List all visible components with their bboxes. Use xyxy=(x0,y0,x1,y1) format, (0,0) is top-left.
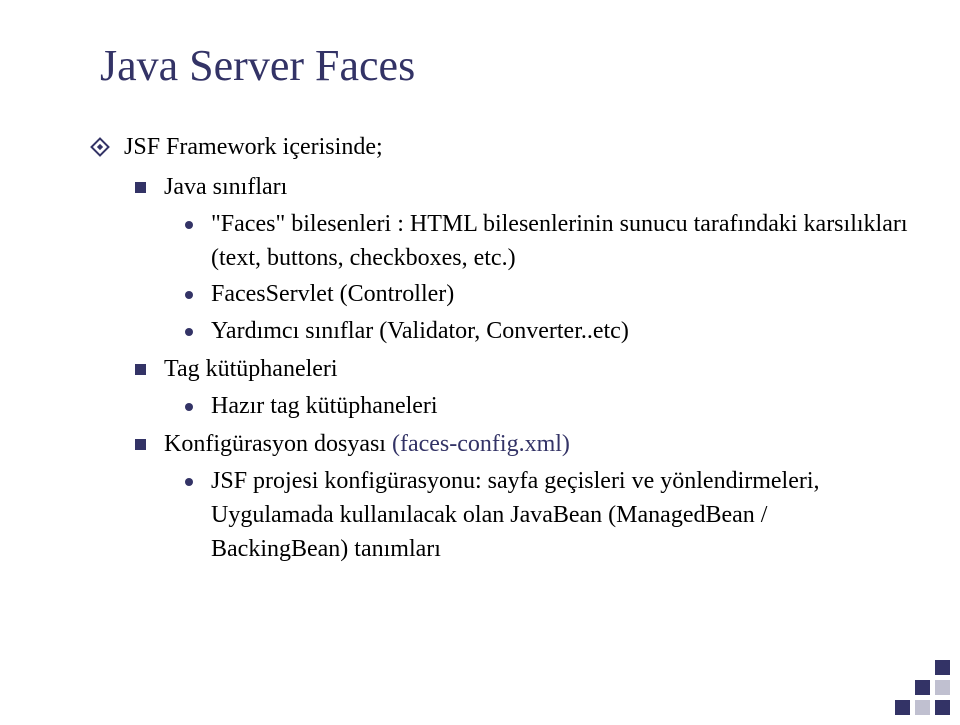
list-item-label: Tag kütüphaneleri xyxy=(164,353,910,387)
dot-icon xyxy=(185,328,193,336)
list-item-label: JSF projesi konfigürasyonu: sayfa geçisl… xyxy=(211,465,910,566)
list-item: Yardımcı sınıflar (Validator, Converter.… xyxy=(185,315,910,349)
list-item: Konfigürasyon dosyası (faces-config.xml) xyxy=(135,428,910,462)
list-item: FacesServlet (Controller) xyxy=(185,278,910,312)
dot-icon xyxy=(185,291,193,299)
list-item-label: JSF Framework içerisinde; xyxy=(124,131,910,165)
list-item: "Faces" bilesenleri : HTML bilesenlerini… xyxy=(185,208,910,275)
list-item: Java sınıfları xyxy=(135,171,910,205)
list-item-label: FacesServlet (Controller) xyxy=(211,278,910,312)
config-file-suffix: (faces-config.xml) xyxy=(386,431,570,457)
square-icon xyxy=(135,364,146,375)
square-icon xyxy=(135,439,146,450)
list-item-label: Java sınıfları xyxy=(164,171,910,205)
list-item: JSF projesi konfigürasyonu: sayfa geçisl… xyxy=(185,465,910,566)
list-item: JSF Framework içerisinde; xyxy=(90,131,910,165)
config-file-label: Konfigürasyon dosyası xyxy=(164,431,386,457)
square-icon xyxy=(135,182,146,193)
dot-icon xyxy=(185,403,193,411)
list-item: Tag kütüphaneleri xyxy=(135,353,910,387)
slide-body: JSF Framework içerisinde; Java sınıfları… xyxy=(50,131,910,566)
dot-icon xyxy=(185,221,193,229)
corner-decoration-icon xyxy=(895,660,950,715)
dot-icon xyxy=(185,478,193,486)
list-item: Hazır tag kütüphaneleri xyxy=(185,390,910,424)
list-item-label: Hazır tag kütüphaneleri xyxy=(211,390,910,424)
list-item-label: Yardımcı sınıflar (Validator, Converter.… xyxy=(211,315,910,349)
list-item-label: Konfigürasyon dosyası (faces-config.xml) xyxy=(164,428,910,462)
diamond-icon xyxy=(90,137,110,157)
slide-title: Java Server Faces xyxy=(100,40,910,91)
list-item-label: "Faces" bilesenleri : HTML bilesenlerini… xyxy=(211,208,910,275)
